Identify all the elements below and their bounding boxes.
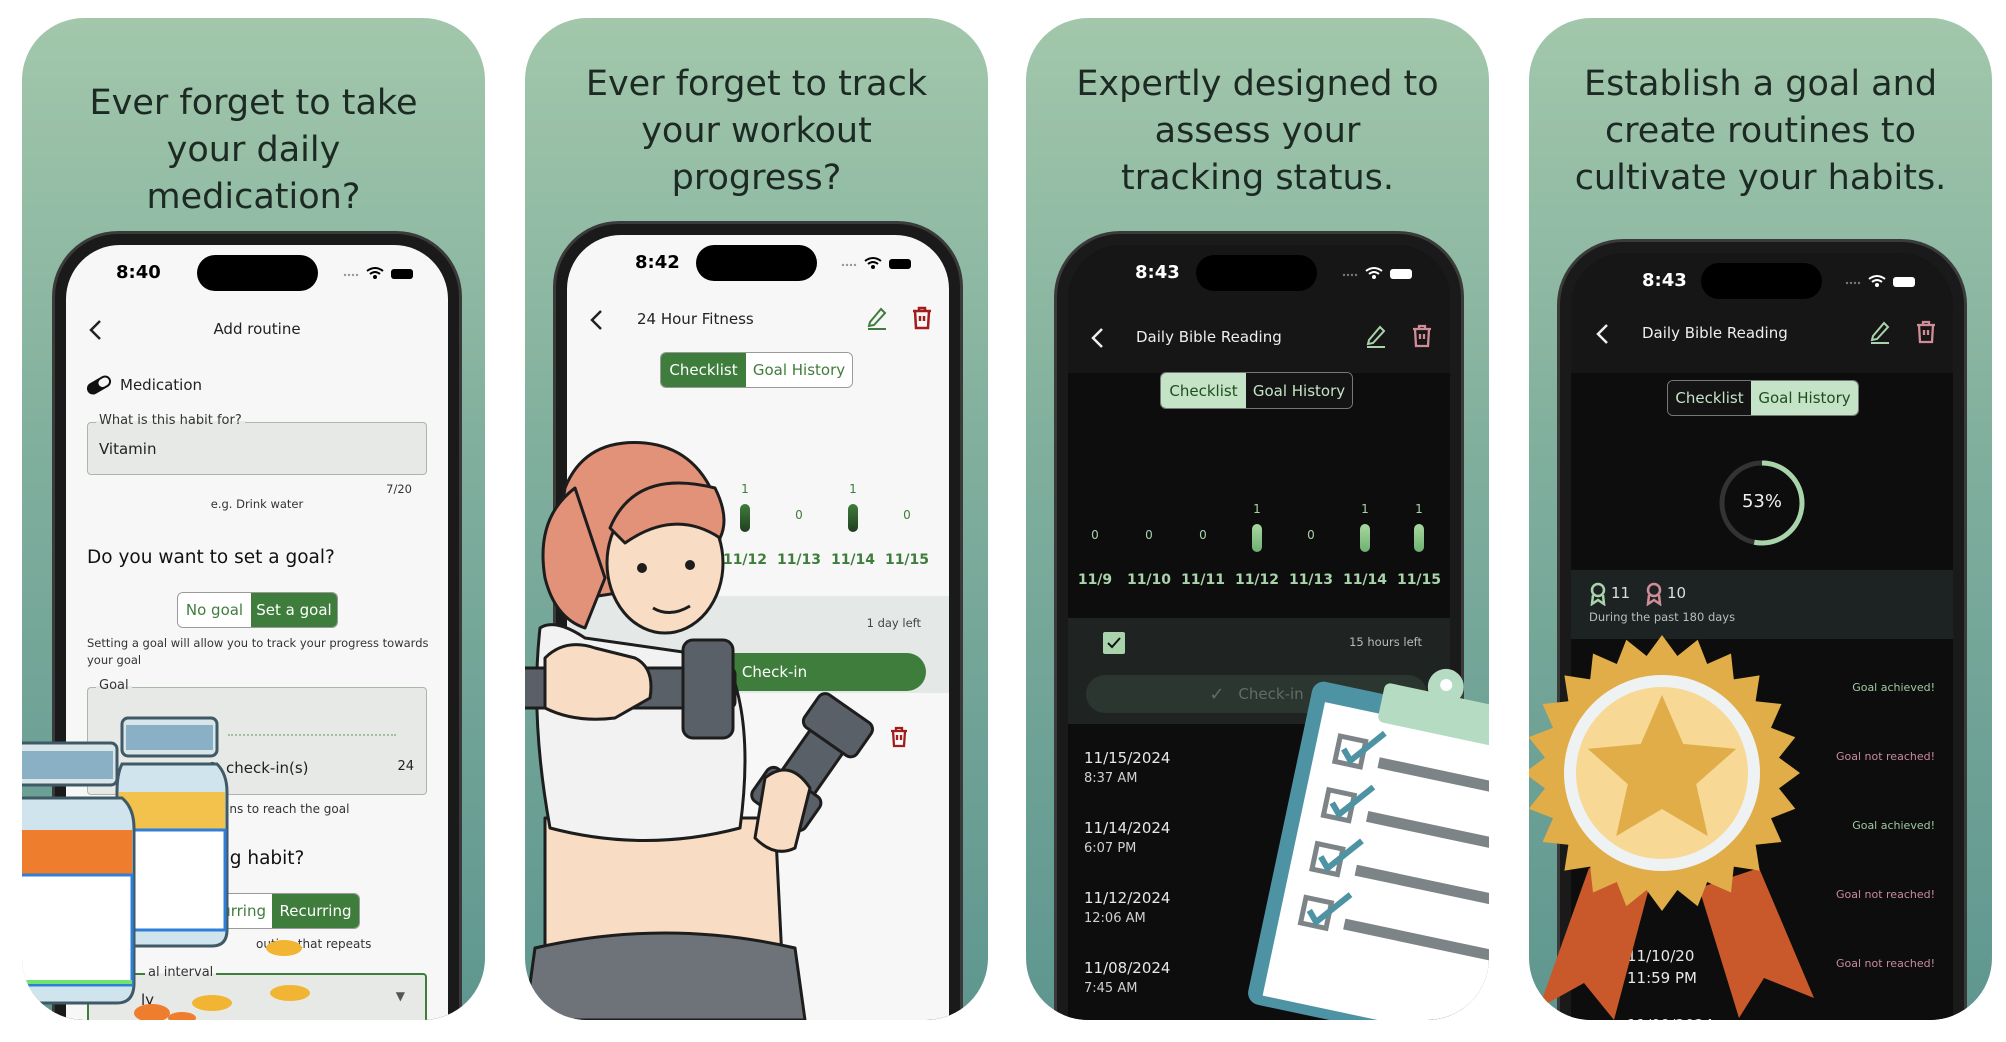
clipboard-illustration bbox=[1248, 668, 1489, 1020]
woman-exercising-illustration bbox=[525, 441, 874, 1020]
bottle-front bbox=[22, 741, 136, 1005]
screenshot-panel-checklist: Expertly designed to assess your trackin… bbox=[1026, 18, 1489, 1020]
scattered-pills bbox=[134, 940, 310, 1020]
pill-bottles-illustration bbox=[22, 716, 310, 1020]
screenshot-panel-goal-history: Establish a goal and create routines to … bbox=[1529, 18, 1992, 1020]
screenshot-panel-medication: Ever forget to take your daily medicatio… bbox=[22, 18, 485, 1020]
screenshot-panel-fitness: Ever forget to track your workout progre… bbox=[525, 18, 988, 1020]
award-medal-illustration bbox=[1529, 635, 1814, 1020]
